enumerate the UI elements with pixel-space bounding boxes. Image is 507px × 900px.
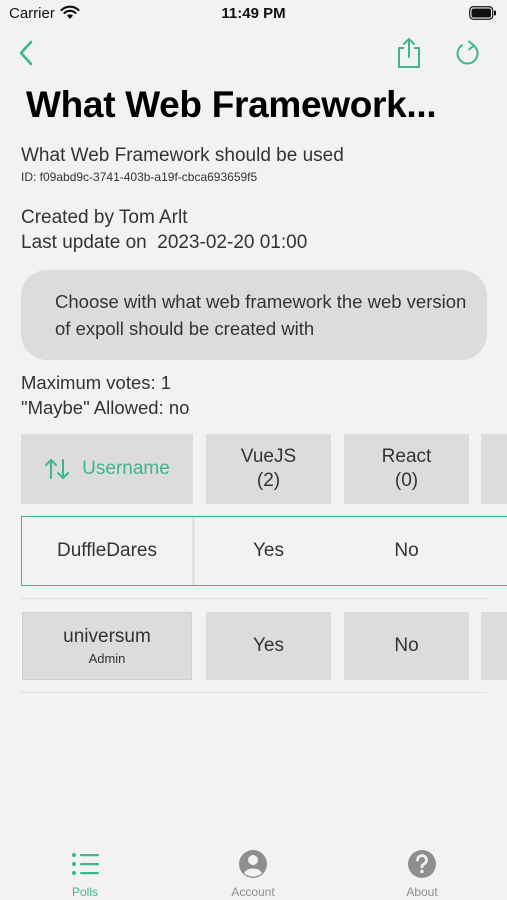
share-icon: [398, 38, 420, 68]
tab-label: Account: [231, 885, 275, 899]
max-votes: Maximum votes: 1: [21, 372, 172, 393]
vote-value: Yes: [253, 540, 284, 561]
created-by: Created by Tom Arlt: [21, 207, 188, 228]
chevron-left-icon: [19, 40, 33, 66]
clock: 11:49 PM: [221, 5, 286, 22]
refresh-button[interactable]: [452, 38, 484, 70]
question-circle-icon: [407, 848, 437, 880]
username-sort-header[interactable]: Username: [21, 434, 193, 504]
tab-account[interactable]: Account: [203, 848, 303, 899]
option-header-react[interactable]: React (0): [344, 434, 469, 504]
option-vote-count: (2): [256, 470, 281, 491]
tab-label: About: [406, 885, 438, 899]
row-divider: [21, 598, 487, 599]
username-header-label: Username: [82, 458, 170, 479]
username-label: universum: [63, 626, 151, 647]
maybe-allowed: "Maybe" Allowed: no: [21, 397, 190, 418]
tab-polls[interactable]: Polls: [35, 848, 135, 899]
row-username: DuffleDares: [22, 517, 192, 585]
option-header-vuejs[interactable]: VueJS (2): [206, 434, 331, 504]
vote-value: Yes: [253, 635, 284, 656]
status-bar: Carrier 11:49 PM: [0, 0, 507, 30]
battery-icon: [469, 6, 497, 25]
vote-cell-partial: [481, 612, 507, 680]
share-button[interactable]: [394, 36, 424, 70]
page-title: What Web Framework...: [26, 84, 437, 125]
person-circle-icon: [238, 848, 268, 880]
vote-cell: Yes: [206, 612, 331, 680]
vote-value: No: [394, 635, 419, 656]
tab-about[interactable]: About: [372, 848, 472, 899]
username-label: DuffleDares: [57, 540, 157, 561]
vote-cell[interactable]: No: [344, 517, 469, 585]
last-update: Last update on 2023-02-20 01:00: [21, 232, 308, 253]
option-vote-count: (0): [394, 470, 419, 491]
list-icon: [70, 848, 100, 880]
back-button[interactable]: [12, 38, 40, 68]
vote-cell[interactable]: Yes: [206, 517, 331, 585]
option-name: React: [381, 446, 432, 467]
sort-arrows-icon: [44, 458, 70, 480]
poll-description: What Web Framework should be used: [21, 145, 344, 166]
row-username: universum Admin: [22, 612, 192, 680]
option-header-partial[interactable]: [481, 434, 507, 504]
vote-value: No: [394, 540, 419, 561]
poll-id: ID: f09abd9c-3741-403b-a19f-cbca693659f5: [21, 170, 258, 184]
refresh-icon: [456, 40, 479, 65]
poll-info-box: Choose with what web framework the web v…: [21, 270, 487, 360]
vote-cell: No: [344, 612, 469, 680]
poll-info-text: Choose with what web framework the web v…: [55, 291, 467, 339]
user-role-label: Admin: [88, 651, 126, 666]
option-name: VueJS: [240, 446, 297, 467]
column-divider: [192, 517, 195, 585]
row-divider: [21, 692, 487, 693]
tab-label: Polls: [71, 885, 98, 899]
